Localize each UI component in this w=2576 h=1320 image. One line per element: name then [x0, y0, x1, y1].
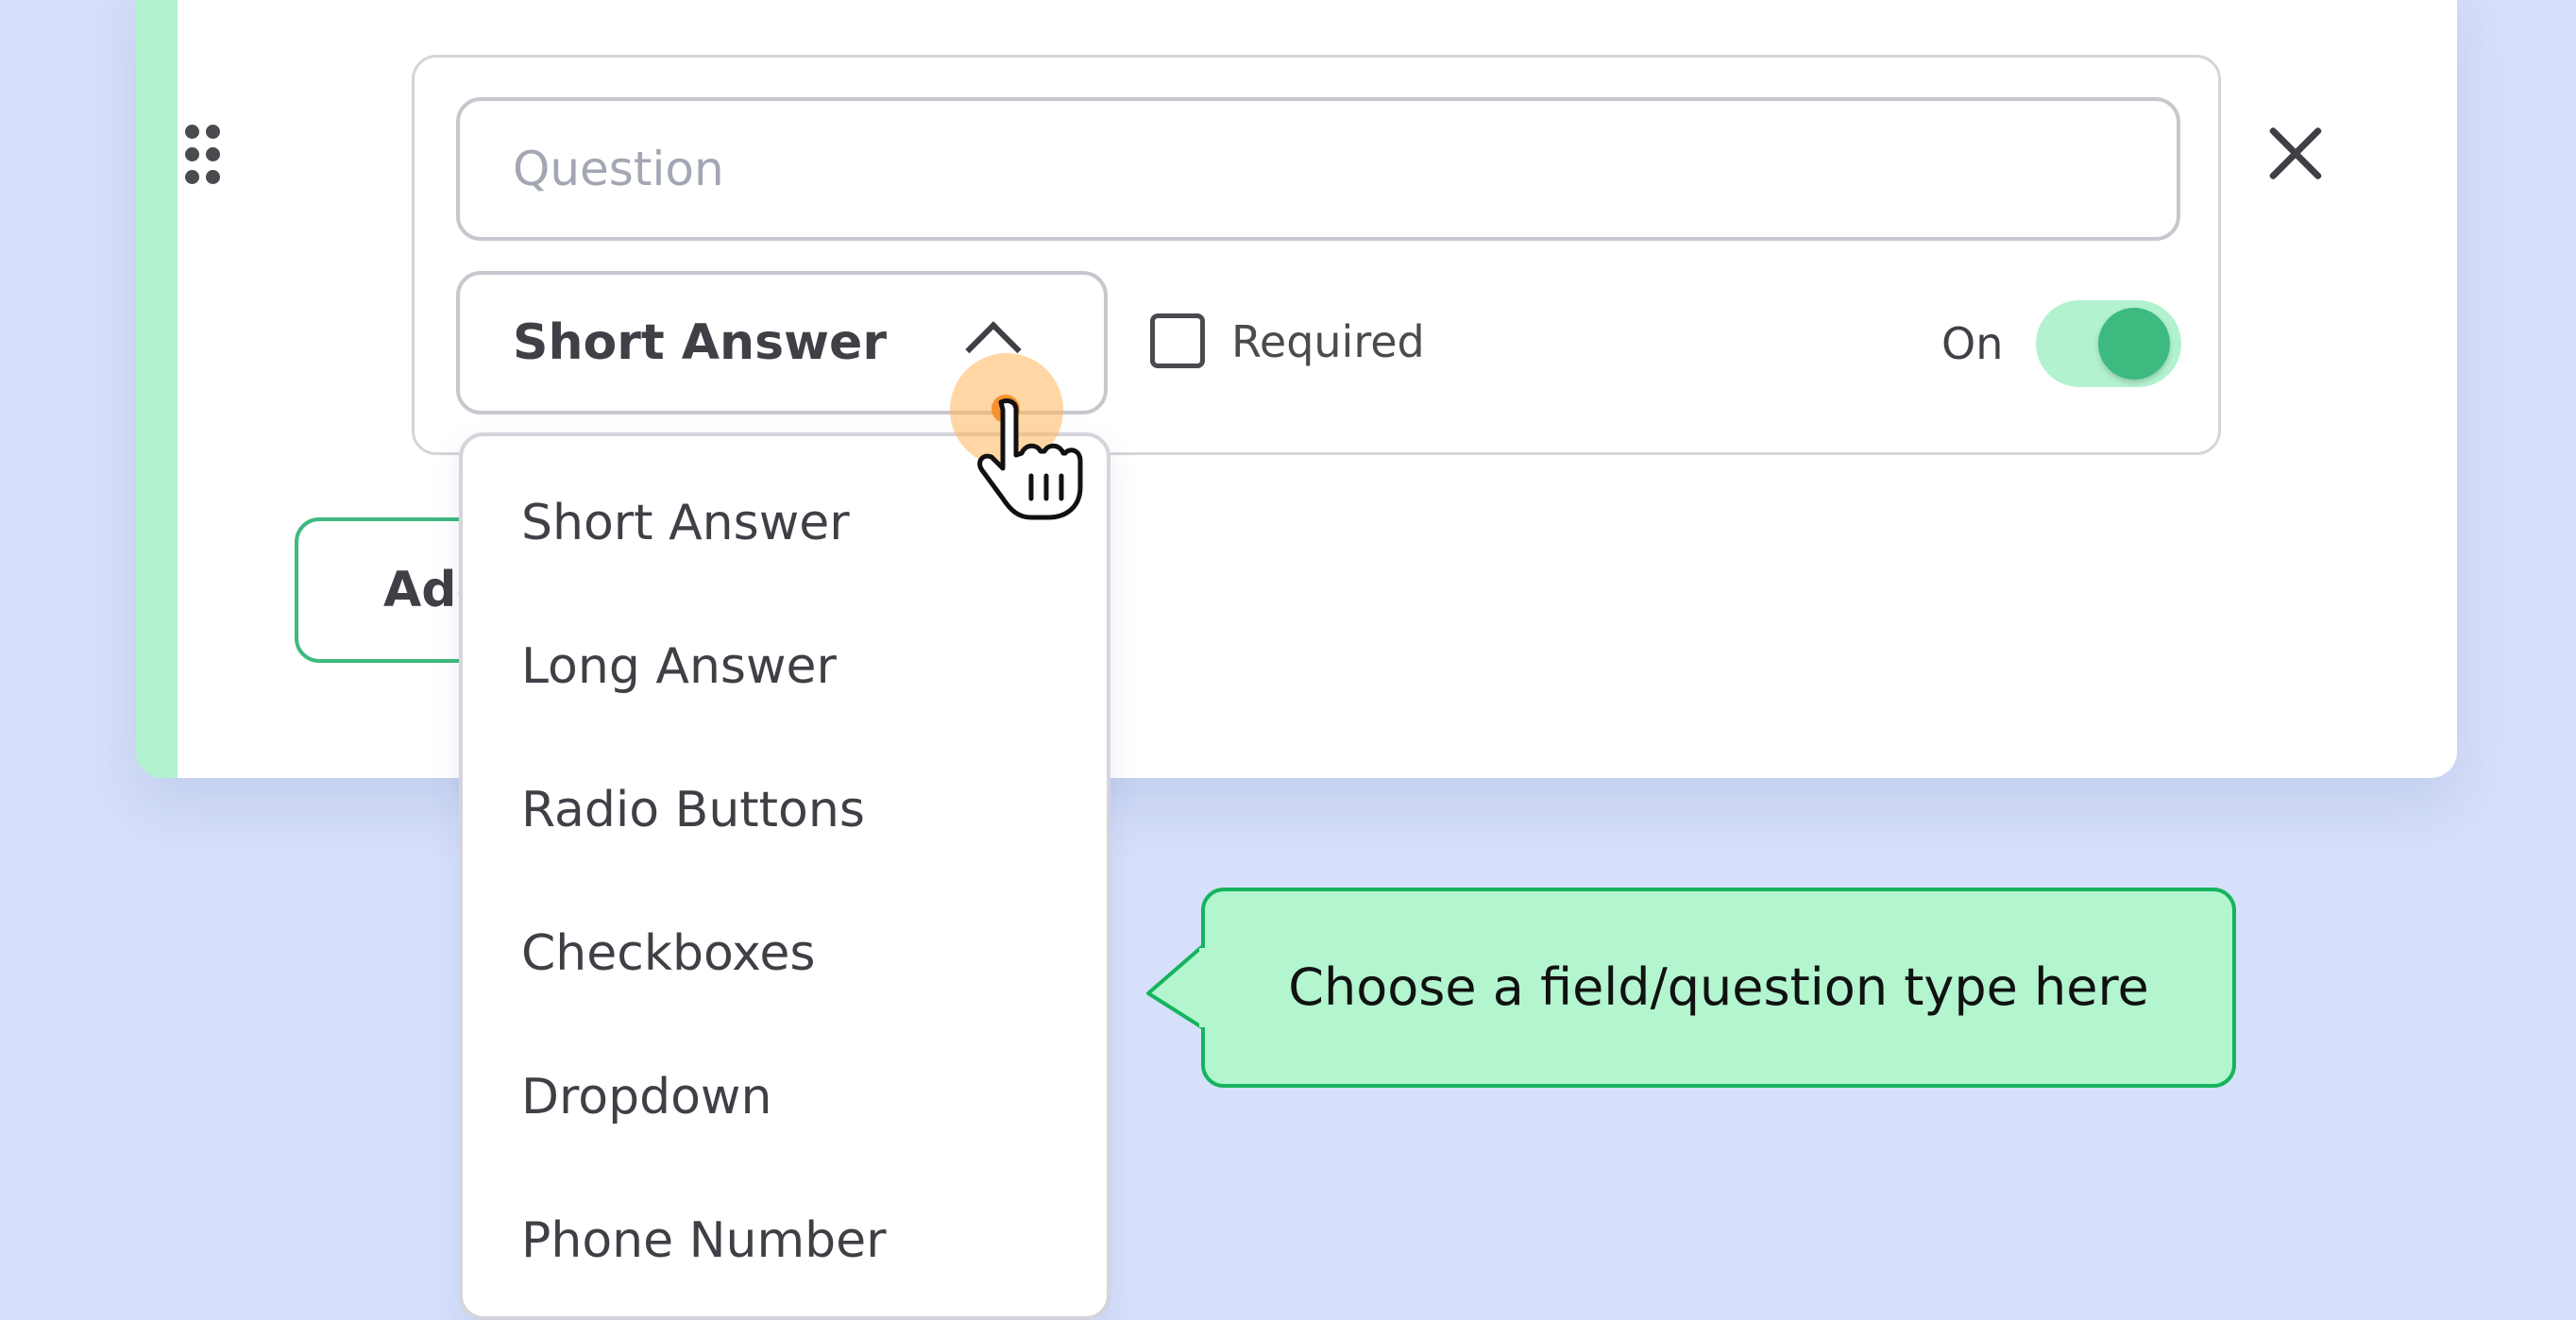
required-checkbox[interactable] — [1150, 313, 1205, 368]
toggle-knob[interactable] — [2098, 308, 2170, 380]
menu-item-short-answer[interactable]: Short Answer — [521, 476, 850, 570]
toggle-label: On — [1941, 318, 2004, 369]
close-icon[interactable] — [2264, 123, 2327, 185]
callout-text: Choose a field/question type here — [1288, 957, 2149, 1017]
menu-item-radio-buttons[interactable]: Radio Buttons — [521, 763, 865, 857]
question-input[interactable] — [456, 97, 2180, 241]
menu-item-long-answer[interactable]: Long Answer — [521, 619, 837, 714]
hand-cursor-icon — [977, 398, 1083, 520]
field-type-dropdown-menu: Short Answer Long Answer Radio Buttons C… — [459, 432, 1110, 1320]
enabled-toggle[interactable] — [2036, 300, 2181, 387]
menu-item-dropdown[interactable]: Dropdown — [521, 1050, 771, 1144]
drag-handle-icon[interactable] — [183, 125, 225, 185]
menu-item-checkboxes[interactable]: Checkboxes — [521, 906, 815, 1001]
field-type-selected-label: Short Answer — [513, 314, 887, 371]
tooltip-callout: Choose a field/question type here — [1144, 888, 2240, 1088]
menu-item-phone-number[interactable]: Phone Number — [521, 1193, 887, 1288]
required-label: Required — [1231, 316, 1425, 367]
card-accent-bar — [136, 0, 178, 778]
